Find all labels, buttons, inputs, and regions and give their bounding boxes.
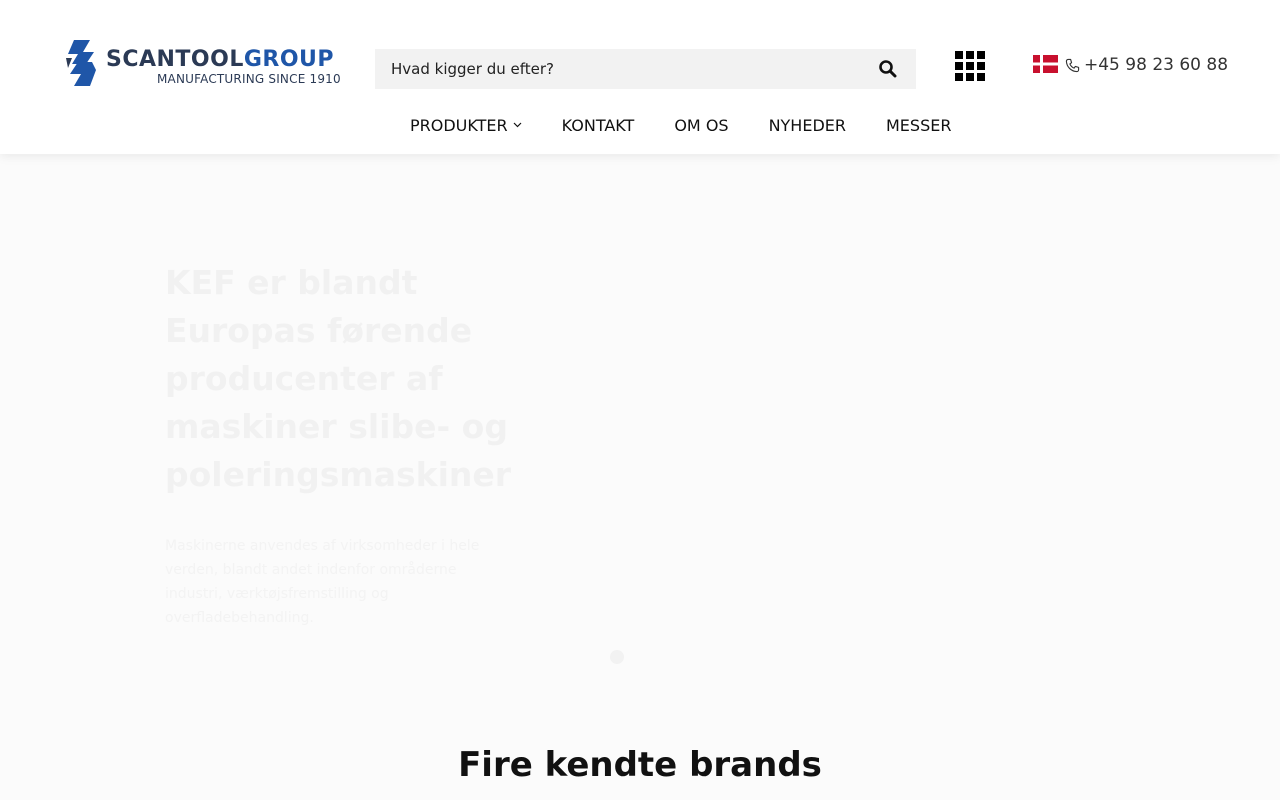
grid-icon-cell <box>977 73 985 81</box>
nav-item-messer[interactable]: MESSER <box>886 116 951 135</box>
hero-text: Maskinerne anvendes af virksomheder i he… <box>165 538 480 626</box>
search-icon[interactable] <box>878 59 898 79</box>
scantool-logo-icon <box>66 40 96 86</box>
logo-tagline: MANUFACTURING SINCE 1910 <box>157 72 341 86</box>
nav-item-kontakt[interactable]: KONTAKT <box>562 116 635 135</box>
scantool-group-logo[interactable]: SCANTOOLGROUP MANUFACTURING SINCE 1910 <box>64 40 344 88</box>
nav-item-label: MESSER <box>886 115 952 135</box>
nav-item-om-os[interactable]: OM OS <box>674 116 728 135</box>
grid-icon-cell <box>977 62 985 70</box>
grid-icon[interactable] <box>955 51 985 81</box>
main-nav: PRODUKTER KONTAKT OM OS NYHEDER MESSER <box>410 113 951 137</box>
nav-item-nyheder[interactable]: NYHEDER <box>769 116 846 135</box>
site-header: SCANTOOLGROUP MANUFACTURING SINCE 1910 +… <box>0 0 1280 154</box>
nav-item-produkter[interactable]: PRODUKTER <box>410 116 522 135</box>
phone-number: +45 98 23 60 88 <box>1084 55 1229 75</box>
grid-icon-cell <box>955 62 963 70</box>
logo-wordmark: SCANTOOLGROUP <box>106 47 334 73</box>
hero-title: KEF er blandt Europas førende producente… <box>165 263 512 494</box>
grid-icon-cell <box>955 73 963 81</box>
phone-link[interactable]: +45 98 23 60 88 <box>1065 53 1228 77</box>
search-input[interactable] <box>375 49 855 89</box>
slider-dot[interactable] <box>610 650 624 664</box>
grid-icon-cell <box>977 51 985 59</box>
search-bar <box>375 49 916 89</box>
nav-item-label: OM OS <box>674 115 729 135</box>
chevron-down-icon <box>513 122 522 128</box>
danish-flag-icon[interactable] <box>1033 55 1058 73</box>
brands-section-title: Fire kendte brands <box>458 745 822 785</box>
nav-item-label: KONTAKT <box>561 115 635 135</box>
nav-item-label: NYHEDER <box>768 115 846 135</box>
phone-icon <box>1065 58 1080 72</box>
logo-wordmark-scantool: SCANTOOL <box>106 47 244 72</box>
grid-icon-cell <box>966 62 974 70</box>
grid-icon-cell <box>966 51 974 59</box>
logo-wordmark-group: GROUP <box>243 47 335 72</box>
grid-icon-cell <box>955 51 963 59</box>
hero-section: KEF er blandt Europas førende producente… <box>0 154 1280 714</box>
nav-item-label: PRODUKTER <box>410 115 508 135</box>
grid-icon-cell <box>966 73 974 81</box>
